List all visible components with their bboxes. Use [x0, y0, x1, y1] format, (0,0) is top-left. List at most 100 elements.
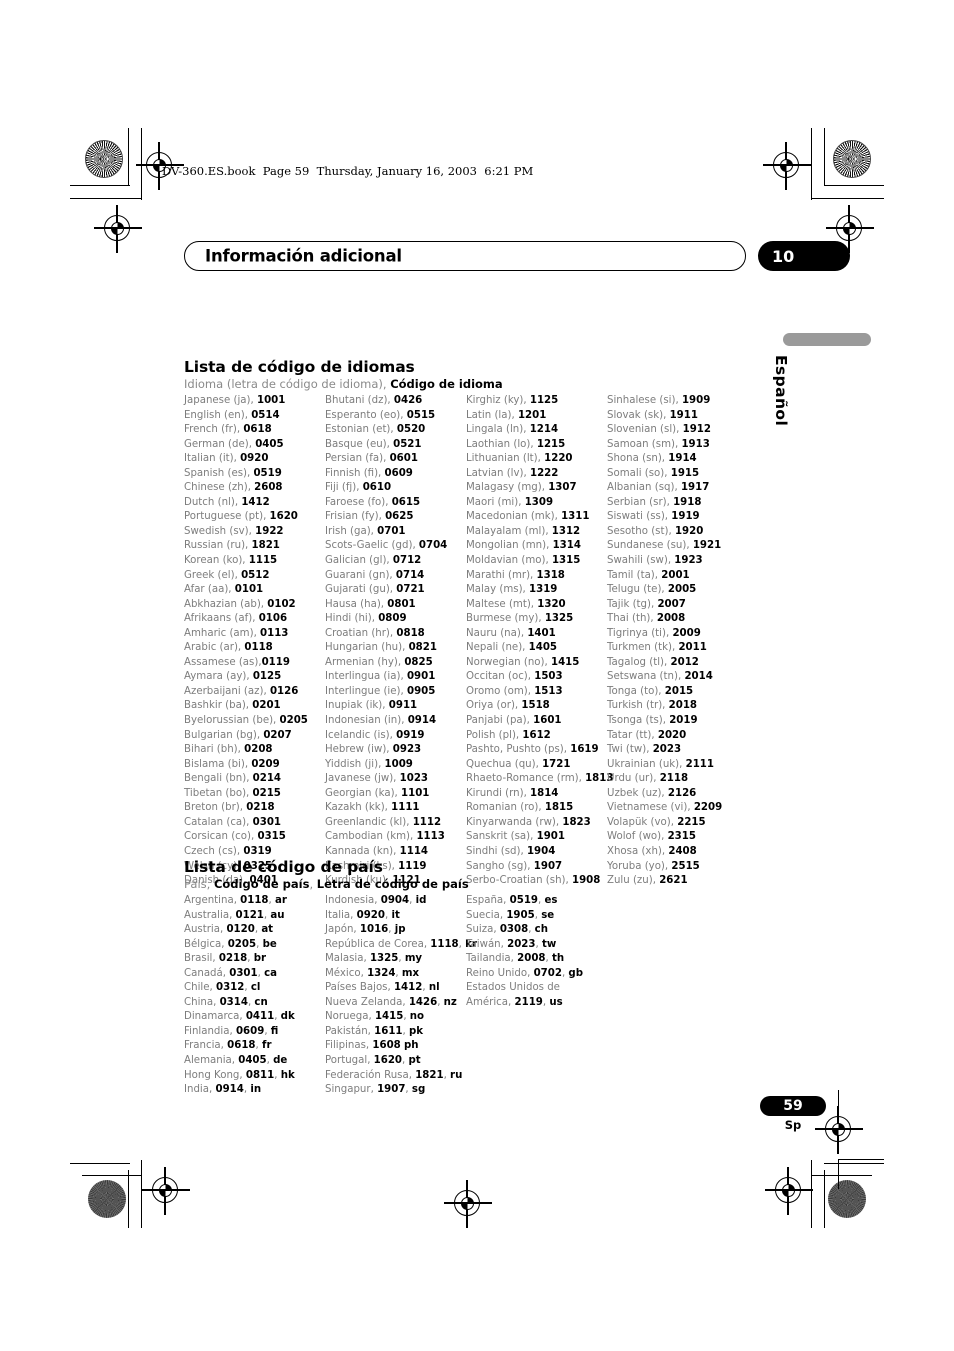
- language-entry: Serbian (sr), 1918: [607, 496, 722, 511]
- language-entry: Hausa (ha), 0801: [325, 598, 466, 613]
- country-letter-code: in: [250, 1084, 262, 1096]
- language-name: Vietnamese (vi),: [607, 802, 694, 814]
- language-name: Swahili (sw),: [607, 555, 675, 567]
- language-name: Albanian (sq),: [607, 482, 681, 494]
- language-entry: Ukrainian (uk), 2111: [607, 758, 722, 773]
- country-code: 0920: [356, 909, 385, 921]
- language-code: 1112: [412, 816, 442, 828]
- language-name: Xhosa (xh),: [607, 845, 669, 857]
- language-entry: Latin (la), 1201: [466, 409, 607, 424]
- crop-mark-right-lower-v: [838, 1159, 840, 1189]
- page-language-mark: Sp: [784, 1118, 802, 1132]
- language-name: Basque (eu),: [325, 438, 394, 450]
- language-legend-bold: Código de idioma: [390, 377, 503, 391]
- language-name: Assamese (as),: [184, 656, 262, 668]
- country-entry: Malasia, 1325, my: [325, 952, 466, 967]
- language-name: Hebrew (iw),: [325, 744, 393, 756]
- language-code: 1923: [674, 555, 703, 567]
- language-code: 2608: [254, 482, 283, 494]
- language-name: Gujarati (gu),: [325, 584, 397, 596]
- language-name: Bhutani (dz),: [325, 395, 394, 406]
- language-column: Sinhalese (si), 1909 Slovak (sk), 1911 Slo…: [607, 394, 722, 889]
- language-code: 0205: [279, 715, 308, 727]
- language-code: 0118: [244, 642, 273, 654]
- language-entry: Guarani (gn), 0714: [325, 569, 466, 584]
- language-entry: Lingala (ln), 1214: [466, 423, 607, 438]
- language-name: Kirundi (rn),: [466, 787, 531, 799]
- language-code: 0515: [406, 409, 436, 421]
- language-entry: Samoan (sm), 1913: [607, 438, 722, 453]
- country-entry: Taiwán, 2023, tw: [466, 938, 583, 953]
- country-code: 0118: [240, 895, 269, 906]
- language-code: 1503: [534, 671, 563, 683]
- registration-dot-bottom-left: [88, 1180, 126, 1218]
- language-code: 0126: [269, 685, 299, 697]
- language-name: Croatian (hr),: [325, 627, 397, 639]
- language-entry: Laothian (lo), 1215: [466, 438, 607, 453]
- country-letter-code: au: [270, 909, 285, 921]
- country-letter-code: id: [415, 895, 427, 906]
- country-name: Argentina,: [184, 895, 241, 906]
- language-code: 0905: [406, 685, 436, 697]
- language-name: Mongolian (mn),: [466, 540, 553, 552]
- language-name: Bihari (bh),: [184, 744, 245, 756]
- country-legend-bold-1: Código de país: [213, 877, 310, 891]
- language-entry: Shona (sn), 1914: [607, 452, 722, 467]
- language-name: Turkmen (tk),: [607, 642, 679, 654]
- crop-mark-bottom-left-v2: [141, 1160, 143, 1228]
- language-name: Catalan (ca),: [184, 816, 253, 828]
- language-name: Georgian (ka),: [325, 787, 402, 799]
- crop-mark-top-right-v: [824, 128, 826, 186]
- language-entry: Maltese (mt), 1320: [466, 598, 607, 613]
- language-code: 0512: [241, 569, 270, 581]
- language-entry: Fiji (fj), 0610: [325, 481, 466, 496]
- language-entry: Breton (br), 0218: [184, 801, 325, 816]
- language-code: 1201: [517, 409, 547, 421]
- language-code: 2118: [659, 773, 689, 785]
- language-code: 1220: [544, 453, 573, 465]
- country-name: Japón,: [325, 924, 360, 936]
- country-letter-code: at: [261, 924, 274, 936]
- country-name: Noruega,: [325, 1011, 375, 1023]
- language-code: 1315: [551, 555, 581, 567]
- language-code: 1415: [551, 656, 580, 668]
- language-code: 1318: [536, 569, 565, 581]
- country-entry: Canadá, 0301, ca: [184, 967, 325, 982]
- language-entry: Sundanese (su), 1921: [607, 539, 722, 554]
- language-name: Polish (pl),: [466, 729, 523, 741]
- language-code: 2005: [667, 584, 697, 596]
- language-name: Inupiak (ik),: [325, 700, 389, 712]
- language-entry: Bislama (bi), 0209: [184, 758, 325, 773]
- language-section-legend: Idioma (letra de código de idioma), Códi…: [184, 377, 844, 391]
- language-entry: Bulgarian (bg), 0207: [184, 729, 325, 744]
- country-entry: Singapur, 1907, sg: [325, 1083, 466, 1098]
- language-name: Azerbaijani (az),: [184, 685, 270, 697]
- country-code: 1118: [430, 938, 459, 950]
- language-entry: Catalan (ca), 0301: [184, 816, 325, 831]
- language-name: Latvian (lv),: [466, 467, 530, 479]
- language-entry: Interlingua (ia), 0901: [325, 670, 466, 685]
- language-name: Irish (ga),: [325, 525, 378, 537]
- language-name: Uzbek (uz),: [607, 787, 668, 799]
- language-entry: English (en), 0514: [184, 409, 325, 424]
- country-code: 1907: [377, 1084, 406, 1096]
- country-letter-code: fi: [270, 1025, 279, 1037]
- language-entry: Twi (tw), 2023: [607, 743, 722, 758]
- language-name: Latin (la),: [466, 409, 518, 421]
- language-name: Telugu (te),: [607, 584, 668, 596]
- country-code: 1016: [359, 924, 389, 936]
- language-name: Korean (ko),: [184, 555, 249, 567]
- language-entry: Sanskrit (sa), 1901: [466, 830, 607, 845]
- language-entry: Panjabi (pa), 1601: [466, 714, 607, 729]
- country-name: Suecia,: [466, 909, 507, 921]
- language-code: 1113: [416, 831, 445, 843]
- crop-mark-bottom-left-h2: [82, 1175, 142, 1177]
- crop-mark-top-left-h: [70, 185, 130, 187]
- country-entry: Nueva Zelanda, 1426, nz: [325, 996, 466, 1011]
- language-name: Javanese (jw),: [325, 773, 400, 785]
- language-name: Romanian (ro),: [466, 802, 545, 814]
- language-entry: Polish (pl), 1612: [466, 729, 607, 744]
- language-name: Tonga (to),: [607, 685, 665, 697]
- language-code: 0214: [252, 773, 282, 785]
- language-name: Lithuanian (lt),: [466, 453, 545, 465]
